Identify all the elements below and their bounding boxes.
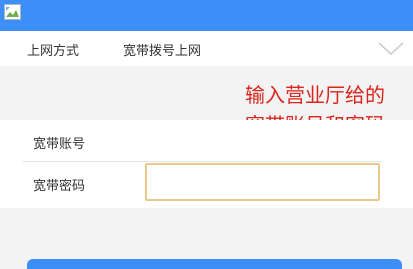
chevron-down-icon[interactable] (376, 38, 406, 58)
connection-method-label: 上网方式 (27, 44, 80, 59)
password-input[interactable] (145, 163, 380, 201)
top-bar (0, 0, 413, 31)
annotation-line-1: 输入营业厅给的 (245, 83, 385, 107)
submit-button[interactable] (27, 259, 402, 269)
connection-method-value[interactable]: 宽带拨号上网 (123, 40, 201, 59)
password-label: 宽带密码 (33, 179, 86, 194)
broken-image-icon (4, 4, 21, 20)
account-label: 宽带账号 (33, 137, 86, 152)
